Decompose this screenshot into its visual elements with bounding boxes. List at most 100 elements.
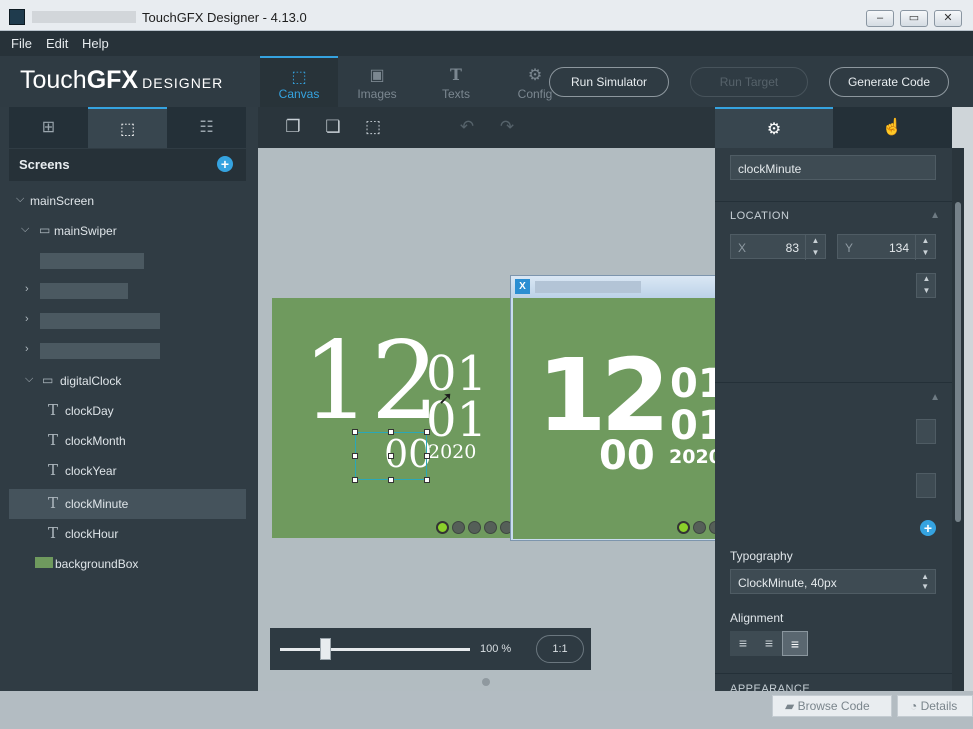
add-widget-tab[interactable]: ⊞ [9,107,88,148]
tree-item-redacted[interactable] [9,246,246,276]
properties-gear-icon: ⚙ [766,121,782,138]
typography-label: Typography [730,549,793,563]
x-stepper[interactable]: ▲ ▼ [805,235,825,260]
tree-item-clockminute[interactable]: T clockMinute [9,489,246,519]
align-right-icon[interactable]: ≡ [782,631,808,656]
tree-item-mainscreen[interactable]: ⌵ mainScreen [9,186,246,216]
sim-clock-year: 2020 [669,446,722,468]
tab-images[interactable]: ▣ Images [338,56,416,107]
scrollbar-thumb[interactable] [955,202,961,522]
tree-item-clockmonth[interactable]: T clockMonth [9,426,246,456]
text-field-partial[interactable] [916,473,936,498]
resize-handle[interactable] [352,453,358,459]
clock-year-text[interactable]: 2020 [428,441,476,463]
tab-texts[interactable]: T Texts [417,56,495,107]
folder-icon: ▰ [785,699,795,713]
properties-tab[interactable]: ⚙ [715,107,833,148]
resize-handle[interactable] [424,453,430,459]
add-screen-button[interactable]: + [217,156,233,172]
screens-panel: ⊞ ⬚ ☷ Screens + ⌵ mainScreen ⌵ ▭ mainSwi… [0,107,258,691]
clock-day-text[interactable]: 01 [426,350,487,398]
tree-item-clockday[interactable]: T clockDay [9,396,246,426]
close-button[interactable]: ✕ [934,10,962,27]
collapse-icon[interactable]: ▲ [930,210,940,221]
sim-clock-minute: 00 [599,433,655,479]
resize-handle[interactable] [388,453,394,459]
x-field[interactable]: X 83 ▲ ▼ [730,234,826,260]
select-area-icon[interactable]: ⬚ [361,117,385,139]
scroll-indicator [482,678,490,686]
clock-hour-text[interactable]: 12 [302,328,439,436]
details-button[interactable]: ◔ Details [897,695,973,717]
details-icon: ◔ [910,699,918,713]
page-dot [484,521,497,534]
resize-handle[interactable] [424,429,430,435]
tree-item-redacted[interactable]: › [9,306,246,336]
run-target-button[interactable]: Run Target [690,67,808,97]
resize-handle[interactable] [388,477,394,483]
brand-logo: TouchGFX DESIGNER [20,66,224,94]
zoom-percent: 100 % [480,643,512,655]
y-field[interactable]: Y 134 ▲ ▼ [837,234,936,260]
height-stepper[interactable]: ▲ ▼ [916,273,936,298]
alignment-label: Alignment [730,611,784,625]
screens-tab[interactable]: ⬚ [88,107,167,148]
properties-scrollbar[interactable] [952,148,964,691]
window-title: TouchGFX Designer - 4.13.0 [142,10,307,25]
resize-handle[interactable] [424,477,430,483]
typography-select[interactable]: ClockMinute, 40px ▲ ▼ [730,569,936,594]
interactions-tab[interactable]: ☝ [833,107,951,148]
zoom-slider-thumb[interactable] [320,638,331,660]
send-back-icon[interactable]: ❏ [321,117,345,139]
tree-item-clockyear[interactable]: T clockYear [9,456,246,486]
y-stepper[interactable]: ▲ ▼ [915,235,935,260]
tree-item-redacted[interactable]: › [9,276,246,306]
chevron-down-icon[interactable]: ⌵ [16,193,24,206]
menu-edit[interactable]: Edit [46,36,68,51]
menu-help[interactable]: Help [82,36,109,51]
tree-item-digitalclock[interactable]: ⌵ ▭ digitalClock [9,366,246,396]
chevron-right-icon[interactable]: › [25,343,29,355]
settings-tab[interactable]: ☷ [167,107,246,148]
text-icon: T [48,431,59,449]
run-simulator-button[interactable]: Run Simulator [549,67,669,97]
add-text-button[interactable]: + [920,520,936,536]
undo-icon[interactable]: ↶ [455,117,479,139]
clock-month-text[interactable]: 01 [426,396,487,444]
chevron-down-icon[interactable]: ⌵ [25,373,33,386]
generate-code-button[interactable]: Generate Code [829,67,949,97]
resize-handle[interactable] [352,429,358,435]
menu-file[interactable]: File [11,36,32,51]
chevron-right-icon[interactable]: › [25,283,29,295]
interaction-icon: ☝ [882,119,902,136]
align-left-icon[interactable]: ≡ [730,631,756,656]
text-field-partial[interactable] [916,419,936,444]
maximize-button[interactable]: ▭ [900,10,928,27]
right-panel-tabs: ⚙ ☝ [715,107,952,148]
tree-item-redacted[interactable]: › [9,336,246,366]
resize-handle[interactable] [352,477,358,483]
tree-item-backgroundbox[interactable]: backgroundBox [9,549,246,579]
chevron-down-icon[interactable]: ⌵ [21,223,29,236]
page-dot-active [436,521,449,534]
resize-handle[interactable] [388,429,394,435]
widget-name-field[interactable]: clockMinute [730,155,936,180]
minimize-button[interactable]: ‒ [866,10,894,27]
bring-front-icon[interactable]: ❐ [281,117,305,139]
screen-tree: ⌵ mainScreen ⌵ ▭ mainSwiper › › › ⌵ ▭ di… [9,183,246,691]
screens-header: Screens + [9,149,246,181]
tree-item-mainswiper[interactable]: ⌵ ▭ mainSwiper [9,216,246,246]
zoom-reset-button[interactable]: 1:1 [536,635,584,663]
collapse-icon[interactable]: ▲ [930,392,940,403]
page-dot [468,521,481,534]
container-icon: ▭ [42,373,54,387]
divider [715,201,952,202]
align-center-icon[interactable]: ≡ [756,631,782,656]
redo-icon[interactable]: ↷ [495,117,519,139]
browse-code-button[interactable]: ▰ Browse Code [772,695,892,717]
screen-preview[interactable]: 12 01 01 00 2020 [272,298,513,538]
chevron-right-icon[interactable]: › [25,313,29,325]
tree-item-clockhour[interactable]: T clockHour [9,519,246,549]
zoom-slider-track[interactable] [280,648,470,651]
tab-canvas[interactable]: ⬚ Canvas [260,56,338,107]
